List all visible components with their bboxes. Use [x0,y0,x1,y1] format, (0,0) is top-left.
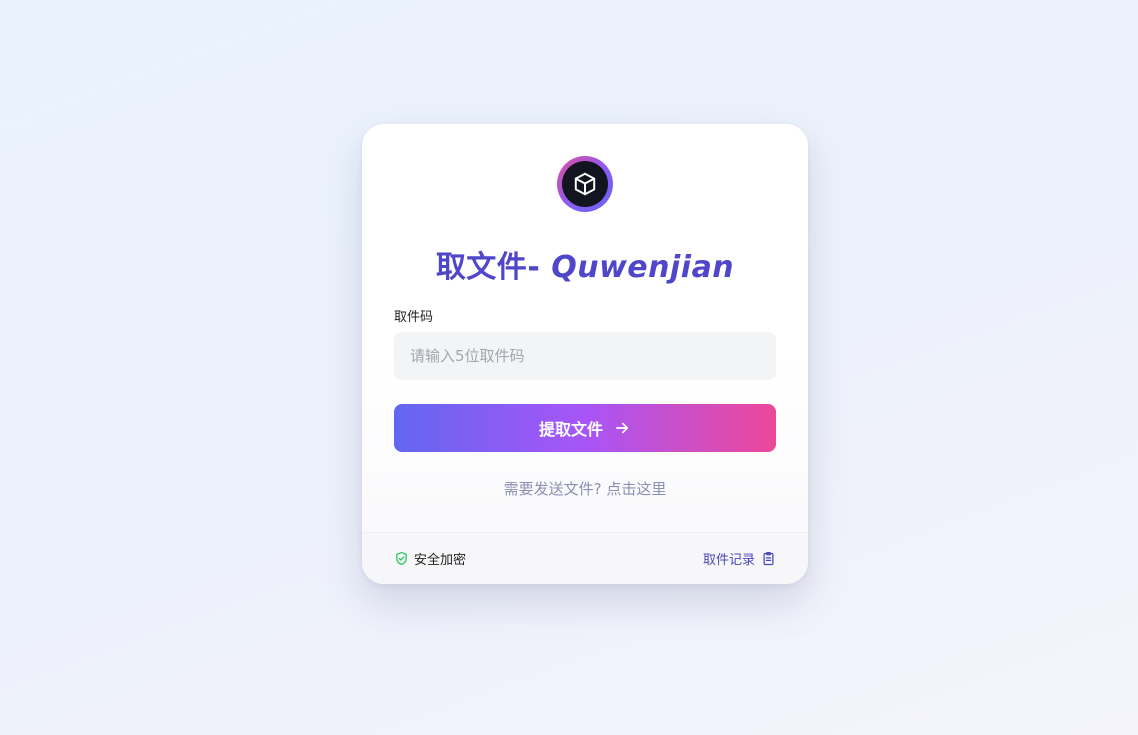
title-separator: - [527,250,552,285]
pickup-code-label: 取件码 [394,310,434,325]
app-logo [557,156,613,212]
title-chinese: 取文件 [435,250,528,285]
cube-icon [572,171,598,197]
title-english: Quwenjian [551,250,735,285]
card-footer: 安全加密 取件记录 [362,532,808,584]
extract-file-button-label: 提取文件 [538,420,603,439]
extract-file-button[interactable]: 提取文件 [394,404,776,452]
secure-encryption-label: 安全加密 [414,553,467,568]
arrow-right-icon [613,419,631,437]
send-file-link[interactable]: 需要发送文件? 点击这里 [362,478,808,499]
clipboard-icon [761,551,776,566]
page-title: 取文件- Quwenjian [362,242,808,286]
logo-badge [562,161,608,207]
shield-check-icon [394,551,409,566]
pickup-card: 取文件- Quwenjian 取件码 提取文件 需要发送文件? 点击这里 安全加… [362,124,808,584]
pickup-history-label: 取件记录 [702,553,755,568]
pickup-history-link[interactable]: 取件记录 [703,549,776,568]
pickup-code-input[interactable] [394,332,776,380]
secure-encryption-badge: 安全加密 [394,549,466,568]
